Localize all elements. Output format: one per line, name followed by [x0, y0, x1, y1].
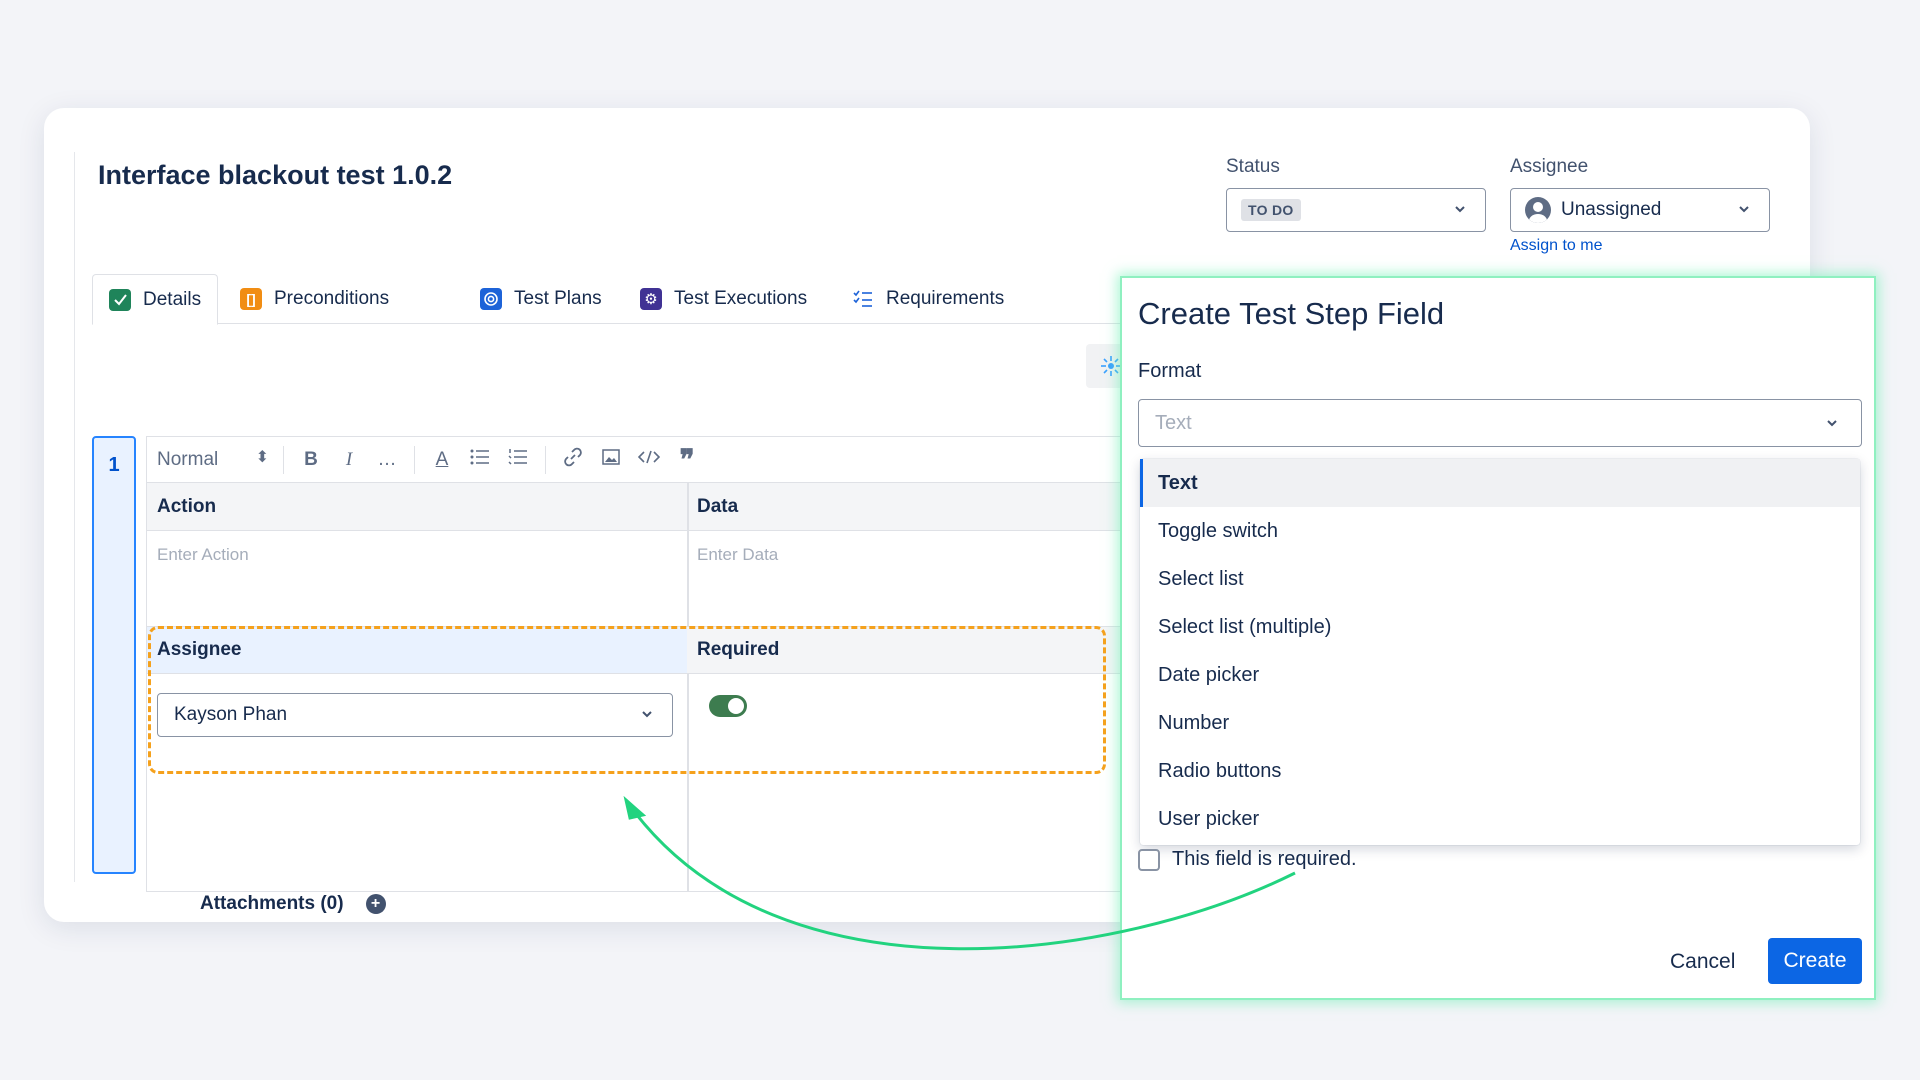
italic-button[interactable]: I: [330, 449, 368, 471]
highlight-custom-fields: [148, 626, 1106, 774]
gear-icon: ⚙: [640, 288, 662, 310]
column-data: Data: [687, 483, 1145, 531]
tab-label: Test Plans: [514, 288, 602, 309]
tab-requirements[interactable]: Requirements: [852, 274, 1004, 324]
card-divider: [74, 152, 75, 882]
chevron-down-icon: [1827, 420, 1837, 427]
create-button[interactable]: Create: [1768, 938, 1862, 984]
action-input[interactable]: Enter Action: [157, 545, 249, 565]
option-select-list[interactable]: Select list: [1140, 555, 1860, 603]
create-field-dialog: Create Test Step Field Format Text Text …: [1120, 276, 1876, 1000]
toolbar-divider: [545, 445, 546, 474]
status-badge: TO DO: [1241, 199, 1301, 221]
dialog-title: Create Test Step Field: [1138, 296, 1445, 331]
format-label: Format: [1138, 360, 1202, 382]
option-toggle-switch[interactable]: Toggle switch: [1140, 507, 1860, 555]
step-number-strip[interactable]: 1: [92, 436, 136, 874]
data-input[interactable]: Enter Data: [697, 545, 778, 565]
tab-details[interactable]: Details: [92, 274, 219, 325]
format-dropdown-menu: Text Toggle switch Select list Select li…: [1140, 459, 1860, 845]
toolbar-divider: [414, 445, 415, 474]
tab-bar: Details [] Preconditions Test Plans ⚙ Te…: [92, 274, 1172, 325]
attachments: Attachments (0) +: [200, 893, 386, 915]
editor-toolbar: Normal B I … A ❞: [146, 436, 1146, 482]
option-date-picker[interactable]: Date picker: [1140, 651, 1860, 699]
numbered-list-icon[interactable]: [499, 448, 537, 472]
required-checkbox-row[interactable]: This field is required.: [1138, 848, 1357, 871]
status-label: Status: [1226, 156, 1280, 177]
link-icon[interactable]: [554, 447, 592, 473]
bold-button[interactable]: B: [292, 449, 330, 471]
chevron-down-icon: [1455, 206, 1465, 213]
required-checkbox[interactable]: [1138, 848, 1160, 871]
tab-test-plans[interactable]: Test Plans: [480, 274, 602, 324]
bullet-list-icon[interactable]: [461, 448, 499, 472]
bracket-icon: []: [240, 288, 262, 310]
add-attachment-icon[interactable]: +: [365, 894, 386, 914]
tab-label: Preconditions: [274, 288, 390, 309]
tab-label: Test Executions: [674, 288, 808, 309]
avatar: [1525, 197, 1551, 223]
tab-label: Requirements: [886, 288, 1005, 309]
assignee-select[interactable]: Unassigned: [1510, 188, 1770, 232]
cancel-button[interactable]: Cancel: [1670, 950, 1735, 974]
issue-title: Interface blackout test 1.0.2: [98, 160, 453, 190]
step-number: 1: [108, 454, 120, 476]
option-text[interactable]: Text: [1140, 459, 1860, 507]
format-select[interactable]: Text: [1138, 399, 1862, 447]
option-user-picker[interactable]: User picker: [1140, 795, 1860, 843]
required-checkbox-label: This field is required.: [1172, 848, 1357, 870]
image-icon[interactable]: [592, 448, 630, 472]
format-placeholder: Text: [1155, 411, 1192, 434]
quote-icon[interactable]: ❞: [668, 445, 706, 473]
toolbar-divider: [283, 445, 284, 474]
checklist-icon: [852, 288, 874, 310]
tab-preconditions[interactable]: [] Preconditions: [240, 274, 389, 324]
tab-label: Details: [143, 288, 202, 310]
text-style-select[interactable]: Normal: [157, 447, 275, 471]
assignee-label: Assignee: [1510, 156, 1589, 177]
option-number[interactable]: Number: [1140, 699, 1860, 747]
target-icon: [480, 288, 502, 310]
text-color-button[interactable]: A: [423, 449, 461, 471]
check-icon: [109, 288, 131, 311]
code-icon[interactable]: [630, 449, 668, 471]
tab-test-executions[interactable]: ⚙ Test Executions: [640, 274, 807, 324]
column-action: Action: [147, 483, 687, 531]
more-formatting-button[interactable]: …: [368, 449, 406, 471]
status-select[interactable]: TO DO: [1226, 188, 1486, 232]
attachments-label: Attachments (0): [200, 893, 344, 914]
option-select-list-multiple[interactable]: Select list (multiple): [1140, 603, 1860, 651]
assign-to-me-link[interactable]: Assign to me: [1510, 237, 1602, 255]
chevron-down-icon: [1739, 206, 1749, 213]
assignee-value: Unassigned: [1561, 199, 1662, 220]
option-radio-buttons[interactable]: Radio buttons: [1140, 747, 1860, 795]
